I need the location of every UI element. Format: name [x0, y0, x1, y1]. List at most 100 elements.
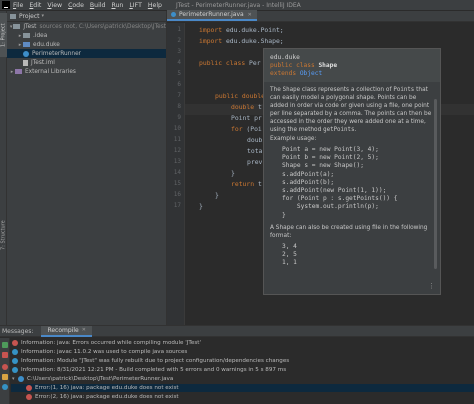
code-line: }	[231, 169, 235, 177]
message-text: Error:(1, 16) java: package edu.duke doe…	[35, 385, 179, 391]
quick-documentation-popup[interactable]: edu.duke public class Shape extends Obje…	[263, 48, 441, 295]
doc-scrollbar[interactable]	[434, 99, 437, 269]
editor-tabbar: PerimeterRunner.java ✕	[167, 10, 474, 22]
rerun-icon[interactable]	[2, 342, 8, 348]
info-icon	[12, 358, 18, 364]
line-number: 3	[177, 48, 181, 55]
more-options-icon[interactable]: ⋮	[428, 282, 435, 290]
message-row[interactable]: ▾ C:\Users\patrick\Desktop\JTest\Perimete…	[12, 375, 173, 383]
class-icon	[23, 50, 29, 57]
close-icon[interactable]: ✕	[82, 327, 86, 333]
code-line: doub	[247, 136, 262, 144]
doc-example-label: Example usage:	[270, 136, 317, 142]
structure-tool-button[interactable]: 7: Structure	[0, 211, 7, 259]
tree-item[interactable]: JTest.iml	[7, 58, 166, 67]
editor-tab-label: PerimeterRunner.java	[179, 11, 244, 18]
message-row[interactable]: Error:(1, 16) java: package edu.duke doe…	[11, 384, 474, 392]
menu-file[interactable]: File	[13, 2, 23, 9]
project-pane-title: Project	[19, 12, 40, 20]
code-text: (Poi	[242, 125, 262, 133]
line-number: 13	[173, 158, 181, 165]
object-link[interactable]: Object	[300, 70, 322, 77]
tree-item[interactable]: ▸ edu.duke	[7, 40, 166, 49]
line-number: 4	[177, 59, 181, 66]
menu-code[interactable]: Code	[68, 2, 84, 9]
tree-item[interactable]: ▸ .idea	[7, 31, 166, 40]
message-row[interactable]: Error:(2, 16) java: package edu.duke doe…	[26, 393, 179, 401]
file-icon	[23, 59, 28, 66]
line-number: 15	[173, 180, 181, 187]
code-text: tota	[247, 147, 263, 155]
project-tool-button[interactable]: 1: Project	[0, 13, 7, 57]
tree-item[interactable]: ▾ JTest sources root, C:\Users\patrick\Des…	[7, 22, 166, 31]
line-number: 8	[177, 103, 181, 110]
menu-help[interactable]: Help	[148, 2, 162, 9]
project-pane-header[interactable]: Project ▾	[7, 11, 166, 22]
lib-icon	[15, 69, 22, 74]
tab-recompile-label: Recompile	[47, 326, 79, 334]
line-number: 1	[177, 26, 181, 33]
editor-tab-perimeterrunner[interactable]: PerimeterRunner.java ✕	[167, 10, 257, 21]
close-icon[interactable]: ✕	[248, 12, 252, 18]
code-text: Point pr	[231, 114, 262, 122]
code-line: double t	[231, 103, 262, 111]
info-icon	[12, 349, 18, 355]
line-number: 12	[173, 147, 181, 154]
message-row[interactable]: Information: Module "JTest" was fully re…	[12, 357, 289, 365]
code-line: tota	[247, 147, 262, 155]
menu-edit[interactable]: Edit	[29, 2, 41, 9]
line-number: 9	[177, 114, 181, 121]
info-filter-icon[interactable]	[2, 384, 8, 390]
code-keyword: double	[231, 103, 255, 111]
code-line: public class Per	[199, 59, 261, 67]
code-line: Point pr	[231, 114, 262, 122]
tab-recompile[interactable]: Recompile ✕	[41, 325, 92, 337]
java-class-icon	[171, 12, 176, 17]
message-text: Information: java: Errors occurred while…	[21, 340, 201, 346]
doc-declaration: public class Shape	[270, 62, 434, 70]
menu-build[interactable]: Build	[90, 2, 106, 9]
doc-header: edu.duke public class Shape extends Obje…	[264, 49, 440, 82]
chevron-down-icon[interactable]: ▾	[42, 13, 45, 19]
menu-view[interactable]: View	[47, 2, 62, 9]
menu-run[interactable]: Run	[111, 2, 123, 9]
warning-filter-icon[interactable]	[2, 374, 8, 380]
line-number: 6	[177, 81, 181, 88]
code-keyword: return	[231, 180, 255, 188]
doc-text: The	[270, 87, 283, 93]
line-number: 14	[173, 169, 181, 176]
message-row[interactable]: Information: 8/31/2021 12:21 PM - Build …	[12, 366, 286, 374]
messages-header: Messages: Recompile ✕	[0, 325, 474, 337]
stop-icon[interactable]	[2, 352, 8, 358]
code-keyword: for	[231, 125, 243, 133]
line-number: 7	[177, 92, 181, 99]
line-number: 16	[173, 191, 181, 198]
message-row[interactable]: Information: javac 11.0.2 was used to co…	[12, 348, 187, 356]
error-icon	[26, 394, 32, 400]
messages-side-toolbar	[0, 338, 10, 404]
project-folder-icon	[10, 13, 16, 19]
tree-item[interactable]: ▸ External Libraries	[7, 67, 166, 76]
tree-item-label: JTest.iml	[31, 59, 55, 66]
code-line: return t	[231, 180, 262, 188]
error-filter-icon[interactable]	[2, 364, 8, 370]
doc-body: The Shape class represents a collection …	[264, 82, 440, 275]
project-tree: ▾ JTest sources root, C:\Users\patrick\Des…	[7, 22, 166, 76]
line-number: 2	[177, 37, 181, 44]
tree-item[interactable]: PerimeterRunner	[7, 49, 166, 58]
menu-lift[interactable]: LIFT	[129, 2, 142, 9]
doc-extends-keyword: extends	[270, 70, 297, 77]
tree-item-label: .idea	[33, 32, 48, 39]
tree-item-label: JTest	[23, 23, 37, 30]
code-line: }	[199, 202, 203, 210]
doc-decl-name: Shape	[318, 62, 338, 69]
code-line: import edu.duke.Shape;	[199, 37, 284, 45]
code-line: public double	[215, 92, 265, 100]
line-number: 17	[173, 202, 181, 209]
message-row[interactable]: Information: java: Errors occurred while…	[12, 339, 201, 347]
code-text: Per	[245, 59, 261, 67]
error-icon	[12, 340, 18, 346]
code-text: }	[199, 202, 203, 210]
doc-code-ref: getPoints	[323, 127, 355, 133]
doc-description: The Shape class represents a collection …	[270, 86, 434, 134]
